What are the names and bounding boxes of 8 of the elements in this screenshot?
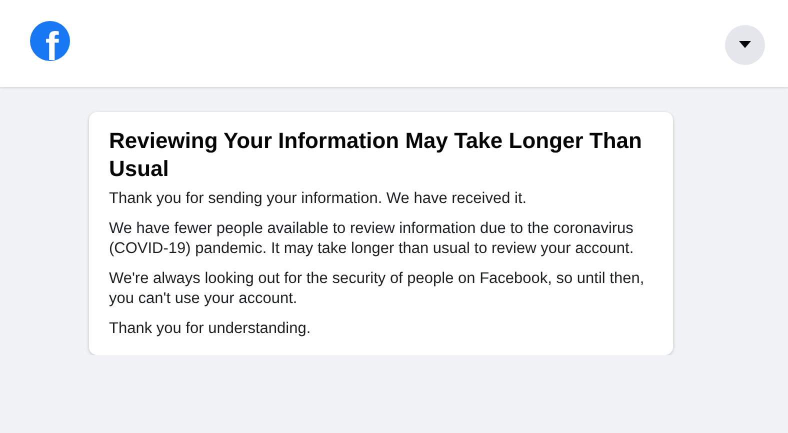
message-paragraph: We're always looking out for the security of people on Facebook, so until then, you can't use your account. [109, 269, 646, 309]
message-paragraph: We have fewer people available to review information due to the coronavirus (COVID-19) pandemic. It may take longer than usual to review your account. [109, 219, 635, 259]
caret-icon [739, 40, 751, 48]
message-paragraph: Thank you for understanding. [109, 319, 312, 339]
account-menu-button[interactable] [725, 24, 765, 64]
logo[interactable]: f [30, 20, 70, 60]
card-title: Reviewing Your Information May Take Longer Than Usual [109, 127, 643, 183]
message-paragraph: Thank you for sending your information. We have received it. [109, 189, 528, 209]
